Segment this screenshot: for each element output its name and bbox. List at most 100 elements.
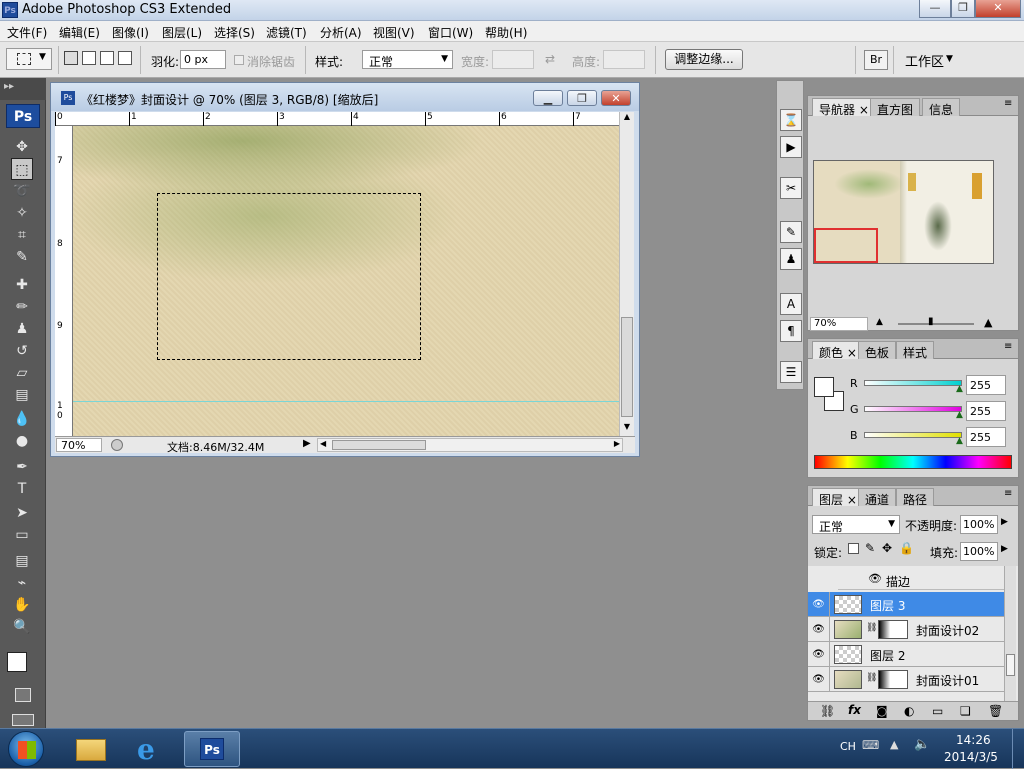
eye-icon[interactable]: 👁 — [808, 642, 830, 667]
collapse-arrows-icon[interactable]: ▸▸ — [4, 81, 14, 92]
keyboard-icon[interactable]: ⌨ — [862, 738, 879, 752]
minimize-button[interactable]: — — [919, 0, 951, 18]
horizontal-scroll-thumb[interactable] — [332, 440, 426, 450]
channel-g-value[interactable]: 255 — [966, 401, 1006, 421]
path-selection-tool[interactable]: ➤ — [11, 502, 33, 524]
actions-panel-icon[interactable]: ▶ — [780, 136, 802, 158]
hand-tool[interactable]: ✋ — [11, 594, 33, 616]
intersect-selection-icon[interactable] — [118, 51, 132, 65]
scroll-up-icon[interactable]: ▲ — [621, 112, 633, 124]
tab-layers[interactable]: 图层 × — [812, 488, 864, 507]
navigator-preview[interactable] — [813, 160, 994, 264]
scroll-left-icon[interactable]: ◀ — [320, 439, 326, 448]
vertical-scrollbar[interactable]: ▲ ▼ — [619, 112, 634, 436]
zoom-field[interactable]: 70% — [56, 438, 102, 452]
tab-info[interactable]: 信息 — [922, 98, 961, 117]
eye-icon[interactable]: 👁 — [868, 572, 882, 585]
feather-input[interactable]: 0 px — [180, 50, 226, 69]
menu-edit[interactable]: 编辑(E) — [59, 24, 100, 41]
add-selection-icon[interactable] — [82, 51, 96, 65]
ie-taskbar-button[interactable]: e — [124, 731, 180, 767]
start-button[interactable] — [8, 731, 44, 767]
scroll-right-icon[interactable]: ▶ — [614, 439, 620, 448]
trash-icon[interactable]: 🗑 — [988, 704, 1003, 718]
add-mask-icon[interactable]: ◙ — [876, 704, 888, 718]
tab-navigator[interactable]: 导航器 × — [812, 98, 876, 117]
tab-histogram[interactable]: 直方图 — [870, 98, 921, 117]
lock-transparency-icon[interactable] — [848, 543, 859, 554]
eye-icon[interactable]: 👁 — [808, 617, 830, 642]
guide-line[interactable] — [73, 401, 619, 402]
healing-brush-tool[interactable]: ✚ — [11, 274, 33, 296]
lock-all-icon[interactable]: 🔒 — [899, 541, 914, 555]
navigator-zoom-slider[interactable] — [898, 323, 974, 325]
channel-g-slider[interactable] — [864, 406, 962, 412]
layer-effect-row[interactable]: 👁 描边 — [838, 570, 1004, 590]
layer-comps-panel-icon[interactable]: ☰ — [780, 361, 802, 383]
show-desktop-button[interactable] — [1012, 729, 1024, 769]
eye-icon[interactable]: 👁 — [808, 667, 830, 692]
new-group-icon[interactable]: ▭ — [932, 704, 943, 718]
slice-tool[interactable]: ✎ — [11, 246, 33, 268]
navigator-zoom-field[interactable]: 70% — [810, 317, 868, 331]
layer-row[interactable]: 👁 图层 2 — [808, 642, 1004, 667]
paragraph-panel-icon[interactable]: ¶ — [780, 320, 802, 342]
opacity-input[interactable]: 100% — [960, 515, 998, 534]
workspace-button[interactable]: 工作区 — [905, 51, 944, 70]
screen-mode-icon[interactable] — [12, 714, 34, 726]
layer-style-icon[interactable]: fx — [848, 703, 861, 717]
adjustment-layer-icon[interactable]: ◐ — [904, 704, 914, 718]
move-tool[interactable]: ✥ — [11, 136, 33, 158]
explorer-taskbar-button[interactable] — [64, 731, 120, 767]
panel-menu-icon[interactable]: ≡ — [1004, 98, 1012, 109]
shape-tool[interactable]: ▭ — [11, 524, 33, 546]
clone-stamp-tool[interactable]: ♟ — [11, 318, 33, 340]
clock-date[interactable]: 2014/3/5 — [944, 750, 998, 764]
history-panel-icon[interactable]: ⌛ — [780, 109, 802, 131]
slider-thumb-icon[interactable]: ▲ — [956, 436, 963, 446]
slider-thumb-icon[interactable]: ▲ — [956, 410, 963, 420]
lock-pixels-icon[interactable]: ✎ — [865, 541, 875, 555]
menu-file[interactable]: 文件(F) — [7, 24, 47, 41]
tool-preset-picker[interactable]: ▼ — [6, 48, 52, 70]
magic-wand-tool[interactable]: ✧ — [11, 202, 33, 224]
menu-help[interactable]: 帮助(H) — [485, 24, 527, 41]
slider-thumb-icon[interactable]: ▲ — [956, 384, 963, 394]
scroll-down-icon[interactable]: ▼ — [621, 422, 633, 434]
refine-edge-button[interactable]: 调整边缘... — [665, 49, 743, 70]
close-button[interactable]: ✕ — [975, 0, 1021, 18]
panel-menu-icon[interactable]: ≡ — [1004, 488, 1012, 499]
width-input[interactable] — [492, 50, 534, 69]
color-spectrum-ramp[interactable] — [814, 455, 1012, 469]
zoom-out-icon[interactable]: ▲ — [876, 317, 883, 327]
menu-analysis[interactable]: 分析(A) — [320, 24, 362, 41]
layer-row[interactable]: 👁 ⛓ 封面设计01 — [808, 667, 1004, 692]
channel-b-slider[interactable] — [864, 432, 962, 438]
menu-image[interactable]: 图像(I) — [112, 24, 149, 41]
channel-b-value[interactable]: 255 — [966, 427, 1006, 447]
tool-presets-panel-icon[interactable]: ✂ — [780, 177, 802, 199]
zoom-in-icon[interactable]: ▲ — [984, 316, 992, 329]
canvas[interactable] — [73, 126, 619, 436]
clock-time[interactable]: 14:26 — [956, 733, 991, 747]
menu-window[interactable]: 窗口(W) — [428, 24, 473, 41]
menu-filter[interactable]: 滤镜(T) — [266, 24, 307, 41]
tab-color[interactable]: 颜色 × — [812, 341, 864, 360]
eye-icon[interactable]: 👁 — [808, 592, 830, 617]
mask-link-icon[interactable]: ⛓ — [866, 673, 877, 683]
foreground-color-swatch[interactable] — [7, 652, 27, 672]
selection-marquee[interactable] — [157, 193, 421, 360]
type-tool[interactable]: T — [11, 478, 33, 500]
color-foreground-swatch[interactable] — [814, 377, 834, 397]
vertical-scroll-thumb[interactable] — [621, 317, 633, 417]
bridge-icon[interactable]: Br — [864, 50, 888, 70]
layers-scroll-thumb[interactable] — [1006, 654, 1015, 676]
input-language[interactable]: CH — [840, 740, 856, 753]
marquee-tool[interactable]: ⬚ — [11, 158, 33, 180]
layer-row[interactable]: 👁 ⛓ 封面设计02 — [808, 617, 1004, 642]
new-layer-icon[interactable]: ❏ — [960, 704, 971, 718]
brush-tool[interactable]: ✏ — [11, 296, 33, 318]
status-options-icon[interactable] — [111, 439, 123, 451]
doc-restore-button[interactable]: ❐ — [567, 90, 597, 106]
link-layers-icon[interactable]: ⛓ — [820, 704, 835, 718]
